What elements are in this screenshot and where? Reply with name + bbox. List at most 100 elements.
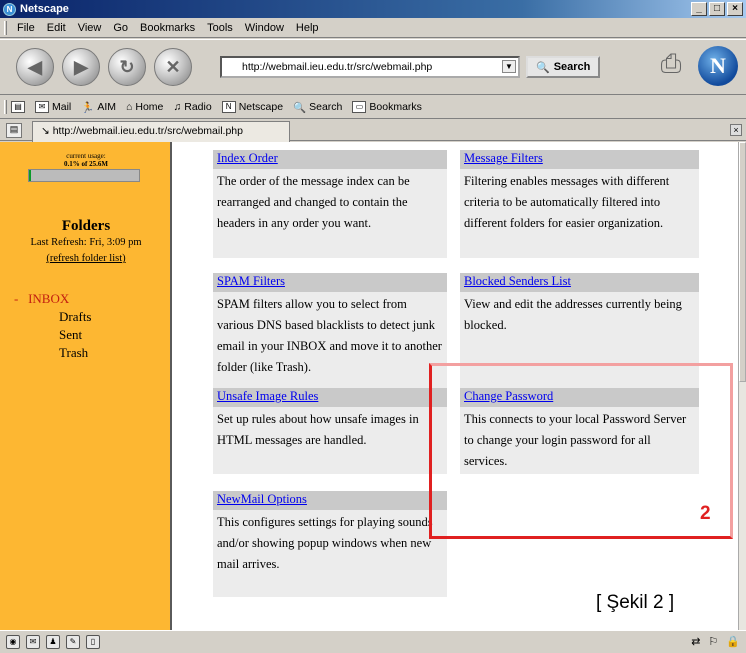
folder-list: - INBOX Drafts Sent Trash: [14, 290, 92, 362]
address-book-icon[interactable]: ▯: [86, 635, 100, 649]
option-blocked-senders-link[interactable]: Blocked Senders List: [464, 274, 571, 288]
aim-icon[interactable]: ♟: [46, 635, 60, 649]
personal-home-label: Home: [135, 101, 164, 113]
vertical-scrollbar[interactable]: [738, 142, 746, 630]
stop-icon: ✕: [165, 56, 181, 77]
menu-view[interactable]: View: [72, 22, 108, 34]
figure-caption: [ Şekil 2 ]: [596, 592, 675, 613]
print-icon[interactable]: ⎙: [650, 48, 692, 84]
option-index-order-desc: The order of the message index can be re…: [217, 174, 410, 230]
option-message-filters-link[interactable]: Message Filters: [464, 151, 543, 165]
aim-icon: 🏃: [81, 101, 95, 114]
tab-link-icon: ↘: [41, 125, 53, 137]
netscape-throbber-logo[interactable]: N: [698, 46, 738, 86]
option-newmail-options-link[interactable]: NewMail Options: [217, 492, 307, 506]
close-button[interactable]: ×: [727, 2, 743, 16]
url-text: http://webmail.ieu.edu.tr/src/webmail.ph…: [242, 61, 433, 73]
inbox-collapse-toggle[interactable]: -: [14, 291, 18, 306]
netscape-app-icon: N: [3, 2, 16, 16]
personal-home[interactable]: ⌂ Home: [126, 101, 163, 113]
usage-bar: [28, 169, 140, 182]
toolbar-grip[interactable]: [4, 20, 7, 35]
personal-aim[interactable]: 🏃 AIM: [81, 101, 116, 114]
option-unsafe-image-rules: Unsafe Image Rules Set up rules about ho…: [213, 388, 447, 474]
option-index-order-link[interactable]: Index Order: [217, 151, 278, 165]
option-newmail-options: NewMail Options This configures settings…: [213, 491, 447, 597]
mail-icon[interactable]: ✉: [26, 635, 40, 649]
menu-window[interactable]: Window: [239, 22, 290, 34]
sidebar-icon: ▤: [11, 101, 25, 113]
mail-icon: ✉: [35, 101, 49, 113]
back-arrow-icon: ◀: [28, 56, 42, 77]
new-tab-icon[interactable]: ▤: [6, 123, 22, 138]
search-button[interactable]: 🔍 Search: [526, 56, 601, 78]
sidebar-toggle-button[interactable]: ▤: [11, 101, 25, 113]
scrollbar-thumb[interactable]: [739, 142, 746, 382]
back-button[interactable]: ◀: [16, 48, 54, 86]
online-status-icon[interactable]: ⇄: [691, 635, 700, 648]
option-blocked-senders-desc: View and edit the addresses currently be…: [464, 297, 682, 332]
option-spam-filters-link[interactable]: SPAM Filters: [217, 274, 285, 288]
page-content: current usage: 0.1% of 25.6M Folders Las…: [0, 142, 746, 630]
menu-bar: File Edit View Go Bookmarks Tools Window…: [0, 18, 746, 38]
option-unsafe-image-rules-desc: Set up rules about how unsafe images in …: [217, 412, 419, 447]
reload-icon: ↻: [119, 56, 135, 77]
option-spam-filters-desc: SPAM filters allow you to select from va…: [217, 297, 442, 374]
option-message-filters: Message Filters Filtering enables messag…: [460, 150, 699, 258]
personal-bookmarks[interactable]: ▭ Bookmarks: [352, 101, 422, 113]
maximize-button[interactable]: □: [709, 2, 725, 16]
personal-mail[interactable]: ✉ Mail: [35, 101, 71, 113]
personal-radio-label: Radio: [184, 101, 212, 113]
folder-drafts[interactable]: Drafts: [14, 308, 92, 326]
navigator-icon[interactable]: ◉: [6, 635, 20, 649]
option-newmail-options-desc: This configures settings for playing sou…: [217, 515, 433, 571]
option-unsafe-image-rules-link[interactable]: Unsafe Image Rules: [217, 389, 318, 403]
personal-toolbar: ▤ ✉ Mail 🏃 AIM ⌂ Home ♫ Radio N Netscape 🔍 Sea…: [0, 96, 746, 119]
personal-netscape[interactable]: N Netscape: [221, 101, 284, 113]
folder-sent[interactable]: Sent: [14, 326, 92, 344]
personal-bookmarks-label: Bookmarks: [369, 101, 422, 113]
forward-button[interactable]: ▶: [62, 48, 100, 86]
folder-inbox[interactable]: - INBOX: [14, 290, 92, 308]
url-history-dropdown-icon[interactable]: ▼: [502, 60, 516, 73]
personal-toolbar-grip[interactable]: [4, 100, 7, 114]
menu-help[interactable]: Help: [290, 22, 325, 34]
personal-radio[interactable]: ♫ Radio: [173, 101, 211, 113]
reload-button[interactable]: ↻: [108, 48, 146, 86]
url-field[interactable]: http://webmail.ieu.edu.tr/src/webmail.ph…: [220, 56, 520, 78]
tab-label: http://webmail.ieu.edu.tr/src/webmail.ph…: [52, 125, 243, 137]
menu-edit[interactable]: Edit: [41, 22, 72, 34]
refresh-folder-list-link[interactable]: (refresh folder list): [0, 253, 172, 264]
radio-icon: ♫: [173, 101, 182, 113]
search-icon: 🔍: [293, 101, 307, 114]
close-tab-icon[interactable]: ×: [730, 124, 742, 136]
option-spam-filters: SPAM Filters SPAM filters allow you to s…: [213, 273, 447, 401]
window-title: Netscape: [20, 3, 69, 15]
usage-bar-fill: [29, 170, 32, 181]
bookmarks-icon: ▭: [352, 101, 367, 113]
personal-netscape-label: Netscape: [238, 101, 284, 113]
tab-bar: ▤ ↘ http://webmail.ieu.edu.tr/src/webmai…: [0, 120, 746, 142]
menu-file[interactable]: File: [11, 22, 41, 34]
folders-title: Folders: [61, 218, 111, 234]
menu-bookmarks[interactable]: Bookmarks: [134, 22, 201, 34]
menu-tools[interactable]: Tools: [201, 22, 239, 34]
personal-search[interactable]: 🔍 Search: [293, 101, 342, 114]
folder-pane: current usage: 0.1% of 25.6M Folders Las…: [0, 142, 172, 630]
tab-webmail[interactable]: ↘ http://webmail.ieu.edu.tr/src/webmail.…: [32, 121, 290, 142]
window-controls: _ □ ×: [691, 2, 743, 16]
personal-mail-label: Mail: [52, 101, 72, 113]
composer-icon[interactable]: ✎: [66, 635, 80, 649]
minimize-button[interactable]: _: [691, 2, 707, 16]
personal-search-label: Search: [309, 101, 343, 113]
menu-go[interactable]: Go: [107, 22, 134, 34]
forward-arrow-icon: ▶: [74, 56, 88, 77]
folder-trash[interactable]: Trash: [14, 344, 92, 362]
option-index-order: Index Order The order of the message ind…: [213, 150, 447, 258]
security-lock-icon[interactable]: 🔒: [726, 635, 740, 648]
status-right-icons: ⇄ ⚐ 🔒: [691, 635, 740, 648]
stop-button[interactable]: ✕: [154, 48, 192, 86]
title-bar: N Netscape _ □ ×: [0, 0, 746, 18]
offline-icon[interactable]: ⚐: [708, 635, 718, 648]
personal-aim-label: AIM: [97, 101, 117, 113]
